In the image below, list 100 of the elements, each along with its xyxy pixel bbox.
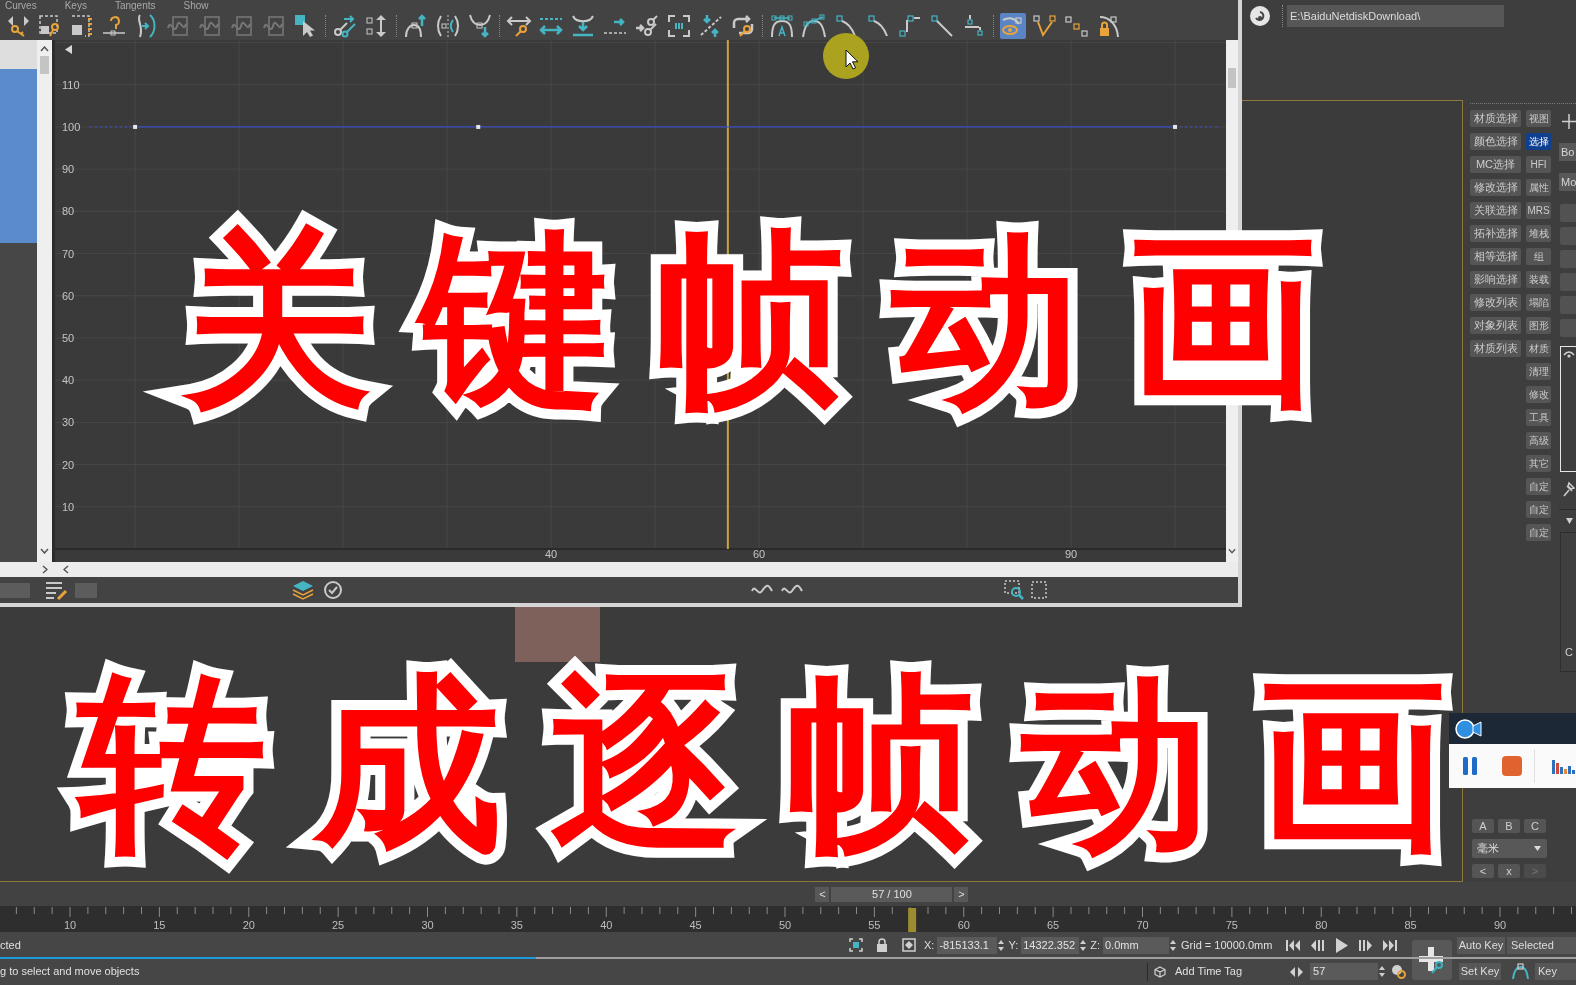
command-button[interactable]: MRS: [1526, 202, 1551, 219]
menu-item[interactable]: Curves: [5, 0, 37, 12]
keys-arrow-icon[interactable]: [332, 13, 358, 39]
loop-key-icon[interactable]: [730, 13, 756, 39]
track-row[interactable]: [0, 214, 37, 243]
command-button[interactable]: 自定: [1526, 478, 1551, 495]
auto-key-button[interactable]: Auto Key: [1457, 936, 1505, 954]
previous-frame-icon[interactable]: [1310, 938, 1325, 952]
bar-chart-icon[interactable]: [1552, 758, 1576, 774]
skip-end-icon[interactable]: [1382, 938, 1397, 952]
plus-icon[interactable]: [1562, 113, 1576, 130]
scroll-down-icon[interactable]: [1228, 548, 1236, 554]
tangent-a-icon[interactable]: [769, 13, 795, 39]
zoom-region-icon[interactable]: [1004, 580, 1024, 600]
clock-gear-icon[interactable]: [1391, 964, 1407, 979]
input-field[interactable]: Mo: [1559, 173, 1576, 191]
key-filters-button[interactable]: Key: [1535, 963, 1576, 980]
command-button[interactable]: 颜色选择: [1470, 133, 1521, 150]
right-chevron-icon[interactable]: [42, 565, 48, 574]
command-button[interactable]: 塌陷: [1526, 294, 1551, 311]
play-icon[interactable]: [1334, 937, 1349, 953]
command-button[interactable]: 拓补选择: [1470, 225, 1521, 242]
left-chevron-icon[interactable]: [63, 565, 69, 574]
command-button[interactable]: 修改选择: [1470, 179, 1521, 196]
left-triangle-icon[interactable]: [65, 45, 72, 54]
time-slider-thumb[interactable]: 57 / 100: [831, 887, 953, 902]
frame-field[interactable]: 57: [1310, 963, 1379, 980]
command-button[interactable]: 材质选择: [1470, 110, 1521, 127]
scrollbar[interactable]: [37, 40, 52, 562]
command-button[interactable]: 对象列表: [1470, 317, 1521, 334]
command-button[interactable]: HFI: [1526, 156, 1551, 173]
command-button[interactable]: MC选择: [1470, 156, 1521, 173]
coordinate-field[interactable]: -815133.1: [937, 936, 998, 954]
input-field[interactable]: [0, 582, 30, 598]
menu-item[interactable]: Show: [183, 0, 209, 12]
dashed-bracket-icon[interactable]: [666, 13, 692, 39]
command-button[interactable]: 自定: [1526, 501, 1551, 518]
axis-button[interactable]: A: [1472, 819, 1494, 833]
hook-line-icon[interactable]: [101, 13, 127, 39]
pin-icon[interactable]: [1563, 481, 1575, 497]
square-ruler-icon[interactable]: [69, 13, 95, 39]
eye-icon[interactable]: [1563, 351, 1575, 359]
scrollbar-thumb[interactable]: [1228, 68, 1236, 88]
previous-frame-button[interactable]: <: [815, 887, 830, 902]
coordinate-field[interactable]: 14322.352: [1021, 936, 1080, 954]
cube-icon[interactable]: [1154, 965, 1166, 978]
target-box-icon[interactable]: [902, 938, 916, 952]
command-button[interactable]: 相等选择: [1470, 248, 1521, 265]
unit-dropdown[interactable]: 毫米: [1472, 839, 1547, 858]
command-button[interactable]: 选择: [1526, 133, 1551, 150]
scroll-down-icon[interactable]: [40, 548, 49, 554]
command-button[interactable]: 组: [1526, 248, 1551, 265]
step-tangent-icon[interactable]: [897, 13, 923, 39]
menu-item[interactable]: Keys: [64, 0, 87, 12]
selection-icon[interactable]: [849, 938, 863, 952]
key-point[interactable]: [133, 124, 138, 129]
input-field[interactable]: [75, 582, 97, 598]
pause-icon[interactable]: [1463, 757, 1477, 775]
arrow-keys-icon[interactable]: [634, 13, 660, 39]
next-frame-button[interactable]: >: [954, 887, 969, 902]
command-button[interactable]: 其它: [1526, 455, 1551, 472]
swirl-logo-icon[interactable]: [1250, 6, 1270, 26]
next-frame-icon[interactable]: [1358, 938, 1373, 952]
command-button[interactable]: 清理: [1526, 363, 1551, 380]
command-button[interactable]: 影响选择: [1470, 271, 1521, 288]
input-field[interactable]: Bo: [1559, 143, 1576, 161]
command-button[interactable]: 高级: [1526, 432, 1551, 449]
mirror-arc-icon[interactable]: [435, 13, 461, 39]
caret-down-icon[interactable]: [1566, 518, 1573, 524]
coordinate-field[interactable]: 0.0mm: [1103, 936, 1169, 954]
left-right-arrows-icon[interactable]: [1290, 966, 1304, 977]
v-curve-icon[interactable]: [467, 13, 493, 39]
scrollbar[interactable]: [0, 562, 1238, 577]
tangent-arc-icon[interactable]: [865, 13, 891, 39]
axis-button[interactable]: C: [1524, 819, 1546, 833]
command-button[interactable]: 自定: [1526, 524, 1551, 541]
time-slider-track[interactable]: < 57 / 100 >: [0, 882, 1576, 906]
track-row[interactable]: [0, 40, 37, 69]
list-pencil-icon[interactable]: [45, 580, 68, 600]
command-button[interactable]: 工具: [1526, 409, 1551, 426]
track-row[interactable]: [0, 69, 37, 98]
command-button[interactable]: 堆栈: [1526, 225, 1551, 242]
arc-bar-icon[interactable]: [570, 13, 596, 39]
diagonal-arrows-icon[interactable]: [698, 13, 724, 39]
lock-icon[interactable]: [876, 938, 888, 952]
nav-button[interactable]: x: [1498, 864, 1520, 878]
path-field[interactable]: E:\BaiduNetdiskDownload\: [1287, 5, 1504, 27]
command-button[interactable]: 属性: [1526, 179, 1551, 196]
linear-tangent-icon[interactable]: [929, 13, 955, 39]
command-button[interactable]: 图形: [1526, 317, 1551, 334]
dashed-square-icon[interactable]: [1031, 581, 1047, 599]
command-button[interactable]: 材质列表: [1470, 340, 1521, 357]
command-button[interactable]: 视图: [1526, 110, 1551, 127]
layers-icon[interactable]: [292, 580, 314, 600]
command-button[interactable]: 装载: [1526, 271, 1551, 288]
time-marker[interactable]: [908, 908, 917, 932]
circle-check-icon[interactable]: [323, 580, 343, 600]
v-points-icon[interactable]: [1032, 13, 1058, 39]
command-button[interactable]: 修改列表: [1470, 294, 1521, 311]
nav-button[interactable]: <: [1472, 864, 1494, 878]
